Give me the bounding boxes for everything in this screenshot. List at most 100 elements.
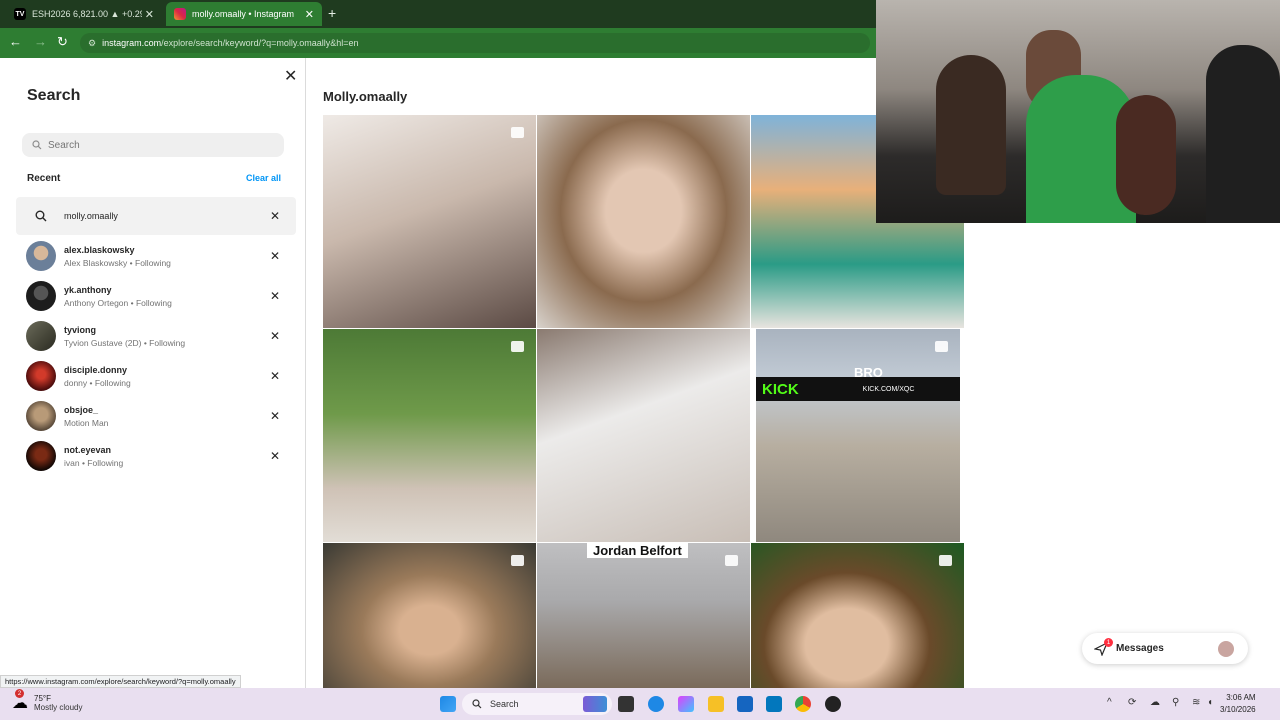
reel-icon [939,555,952,566]
recent-subtitle: donny • Following [64,377,131,388]
avatar [26,241,56,271]
search-panel: ✕ Search Recent Clear all molly.omaally … [0,58,306,688]
widget-icon[interactable] [583,696,607,712]
status-bar-url: https://www.instagram.com/explore/search… [0,675,241,688]
remove-recent-icon[interactable]: ✕ [270,369,280,383]
reel-icon [935,341,948,352]
stream-banner: KICK KICK.COM/XQC [756,377,960,401]
recent-username: alex.blaskowsky [64,244,135,255]
recent-username: yk.anthony [64,284,112,295]
new-tab-icon[interactable]: + [328,5,336,21]
recent-subtitle: Motion Man [64,417,109,428]
tray-app-icon[interactable]: ⟳ [1128,697,1136,708]
recent-item-user[interactable]: not.eyevan ivan • Following ✕ [16,437,296,475]
onedrive-icon[interactable]: ☁ [1150,697,1160,708]
recent-item-user[interactable]: alex.blaskowsky Alex Blaskowsky • Followi… [16,237,296,275]
volume-icon[interactable]: ◖ [1207,697,1213,708]
person-silhouette [1206,45,1280,223]
tab-tradingview[interactable]: TV ESH2026 6,821.00 ▲ +0.29% Tr ✕ [6,2,162,26]
remove-recent-icon[interactable]: ✕ [270,289,280,303]
close-tab-icon[interactable]: ✕ [145,8,154,21]
search-icon [26,201,56,231]
results-title: Molly.omaally [323,89,408,104]
avatar [26,361,56,391]
weather-widget[interactable]: ☁ 2 75°F Mostly cloudy [12,689,83,713]
remove-recent-icon[interactable]: ✕ [270,449,280,463]
chrome-icon[interactable] [795,696,811,712]
close-tab-icon[interactable]: ✕ [305,8,314,21]
reel-icon [511,127,524,138]
recent-username: tyviong [64,324,97,335]
close-icon[interactable]: ✕ [284,66,297,86]
recent-item-user[interactable]: yk.anthony Anthony Ortegon • Following ✕ [16,277,296,315]
remove-recent-icon[interactable]: ✕ [270,249,280,263]
post-tile[interactable] [323,329,536,542]
recent-item-user[interactable]: obsjoe_ Motion Man ✕ [16,397,296,435]
microphone-icon[interactable]: ⚲ [1172,697,1179,708]
forward-icon[interactable]: → [34,34,47,49]
terminal-icon[interactable] [618,696,634,712]
unread-badge: 1 [1104,638,1113,647]
messages-button[interactable]: 1 Messages [1082,633,1248,664]
post-tile[interactable]: Jordan Belfort [537,543,750,688]
avatar [26,441,56,471]
recent-username: obsjoe_ [64,404,99,415]
mail-icon[interactable] [766,696,782,712]
reel-icon [511,555,524,566]
back-icon[interactable]: ← [9,34,22,49]
copilot-icon[interactable] [678,696,694,712]
remove-recent-icon[interactable]: ✕ [270,209,280,223]
tab-instagram[interactable]: molly.omaally • Instagram ✕ [166,2,322,26]
edge-icon[interactable] [648,696,664,712]
avatar [26,281,56,311]
post-tile[interactable] [537,329,750,542]
address-bar-row: ← → ↻ ⚙ instagram.com /explore/search/ke… [0,28,876,58]
url-host: instagram.com [102,38,162,48]
clock[interactable]: 3:06 AM 3/10/2026 [1220,692,1256,716]
taskbar-search-label: Search [490,699,519,709]
post-tile[interactable]: KICK KICK.COM/XQC BRO [756,329,960,542]
post-tile[interactable] [323,543,536,688]
carousel-icon [511,341,524,352]
chevron-up-icon[interactable]: ^ [1107,697,1112,708]
reel-icon [725,555,738,566]
url-field[interactable]: ⚙ instagram.com /explore/search/keyword/… [80,33,870,53]
windows-start-icon[interactable] [440,696,456,712]
url-path: /explore/search/keyword/?q=molly.omaally… [161,38,359,48]
kick-url: KICK.COM/XQC [862,385,915,393]
remove-recent-icon[interactable]: ✕ [270,329,280,343]
wifi-icon[interactable]: ≋ [1192,697,1200,708]
store-icon[interactable] [737,696,753,712]
avatar [26,321,56,351]
search-title: Search [27,87,81,104]
taskbar: ☁ 2 75°F Mostly cloudy Search ^ ⟳ ☁ ⚲ ≋ ◖… [0,688,1280,720]
search-icon [32,140,42,150]
avatar [26,401,56,431]
person-silhouette [936,55,1006,195]
weather-temp: 75°F [34,694,51,703]
clear-all-link[interactable]: Clear all [246,173,281,183]
post-tile[interactable] [751,543,964,688]
recent-item-user[interactable]: tyviong Tyvion Gustave (2D) • Following ✕ [16,317,296,355]
remove-recent-icon[interactable]: ✕ [270,409,280,423]
clock-date: 3/10/2026 [1220,705,1256,714]
post-tile[interactable] [537,115,750,328]
tab-label: ESH2026 6,821.00 ▲ +0.29% Tr [32,9,142,19]
instagram-icon [174,8,186,20]
recent-item-keyword[interactable]: molly.omaally ✕ [16,197,296,235]
file-explorer-icon[interactable] [708,696,724,712]
post-tile[interactable] [323,115,536,328]
search-input-box[interactable] [22,133,284,157]
app-icon[interactable] [825,696,841,712]
search-input[interactable] [48,139,268,151]
site-info-icon[interactable]: ⚙ [88,38,96,49]
tab-label: molly.omaally • Instagram [192,9,295,19]
weather-condition: Mostly cloudy [34,703,83,712]
recent-item-user[interactable]: disciple.donny donny • Following ✕ [16,357,296,395]
messages-label: Messages [1116,643,1164,654]
recent-username: disciple.donny [64,364,128,375]
recent-subtitle: ivan • Following [64,457,124,468]
recent-keyword: molly.omaally [64,211,118,221]
reload-icon[interactable]: ↻ [57,34,68,50]
person-silhouette [1116,95,1176,215]
